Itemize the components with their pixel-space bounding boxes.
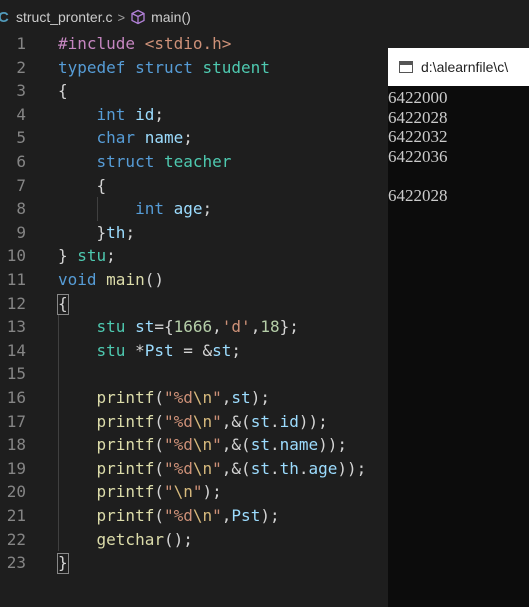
line-number: 3 <box>16 81 26 101</box>
code-line[interactable]: 9 }th; <box>0 221 388 244</box>
console-output-line: 6422000 <box>388 88 448 107</box>
console-window-icon <box>399 61 413 73</box>
console-output: 6422000 6422028 6422032 6422036 6422028 <box>388 88 448 205</box>
line-number: 4 <box>16 104 26 124</box>
code-line[interactable]: 10 } stu; <box>0 244 388 267</box>
console-window[interactable]: d:\alearnfile\c\ 6422000 6422028 6422032 64… <box>388 48 529 607</box>
line-number: 14 <box>6 340 26 360</box>
code-text: stu *Pst = &st; <box>96 340 242 360</box>
line-number: 7 <box>16 175 26 195</box>
console-output-line: 6422028 <box>388 107 448 127</box>
line-number: 1 <box>16 34 26 53</box>
code-line[interactable]: 11 void main() <box>0 268 388 291</box>
bracket-match-highlight <box>57 293 69 315</box>
code-text: printf("%d\n",&(st.th.age)); <box>96 458 367 478</box>
line-number: 23 <box>6 553 26 573</box>
line-number: 20 <box>6 482 26 502</box>
code-text: }th; <box>58 222 136 242</box>
code-line[interactable]: 5 char name; <box>0 126 388 149</box>
code-text: { <box>58 175 107 195</box>
line-number: 21 <box>6 506 26 525</box>
line-number: 19 <box>6 458 26 478</box>
console-output-line: 6422032 <box>388 127 448 146</box>
code-text: } stu; <box>58 246 116 266</box>
line-number: 18 <box>6 435 26 455</box>
code-editor[interactable]: 1 #include <stdio.h> 2 typedef struct stude… <box>0 34 388 607</box>
line-number: 9 <box>16 222 26 242</box>
line-number: 8 <box>16 199 26 219</box>
code-text: int age; <box>135 199 213 219</box>
code-text: struct teacher <box>96 152 232 171</box>
c-file-icon: C <box>0 8 9 26</box>
breadcrumb-separator: > <box>117 9 126 25</box>
console-output-line: 6422036 <box>388 146 448 166</box>
line-number: 6 <box>16 152 26 171</box>
line-number: 5 <box>16 128 26 148</box>
code-text: printf("%d\n",&(st.name)); <box>96 435 348 455</box>
code-text: stu st={1666,'d',18}; <box>96 317 299 337</box>
code-line[interactable]: 7 { <box>0 174 388 197</box>
line-number: 13 <box>6 317 26 337</box>
bracket-match-highlight <box>57 553 69 575</box>
breadcrumb-symbol-label: main() <box>151 9 191 25</box>
line-number: 15 <box>6 364 26 384</box>
code-line[interactable]: 6 struct teacher <box>0 150 388 173</box>
code-text: printf("%d\n",&(st.id)); <box>96 411 328 431</box>
code-text: int id; <box>96 104 164 124</box>
code-text: char name; <box>96 128 193 148</box>
line-number: 22 <box>6 529 26 549</box>
code-text: getchar(); <box>96 529 193 549</box>
code-line[interactable]: 8 int age; <box>0 197 388 220</box>
code-text: printf("%d\n",Pst); <box>96 506 280 525</box>
breadcrumb-file[interactable]: struct_pronter.c <box>16 9 113 25</box>
indent-guide <box>58 315 59 552</box>
code-text: typedef struct student <box>58 57 270 77</box>
console-output-line: 6422028 <box>388 185 448 205</box>
code-line[interactable]: 2 typedef struct student <box>0 56 388 79</box>
code-text: { <box>58 81 68 101</box>
line-number: 12 <box>6 293 26 313</box>
indent-guide <box>97 197 98 221</box>
cube-symbol-icon <box>131 9 145 25</box>
line-number: 11 <box>6 270 26 289</box>
console-titlebar[interactable]: d:\alearnfile\c\ <box>388 48 529 86</box>
line-number: 17 <box>6 411 26 431</box>
breadcrumb: C struct_pronter.c > main() <box>0 0 529 34</box>
line-number: 2 <box>16 57 26 77</box>
code-text: printf("%d\n",st); <box>96 388 270 407</box>
code-text: #include <stdio.h> <box>58 34 232 53</box>
code-line[interactable]: 1 #include <stdio.h> <box>0 32 388 55</box>
console-title: d:\alearnfile\c\ <box>421 59 509 75</box>
line-number: 10 <box>6 246 26 266</box>
breadcrumb-symbol[interactable]: main() <box>130 9 191 25</box>
code-text: printf("\n"); <box>96 482 222 502</box>
code-line[interactable]: 4 int id; <box>0 103 388 126</box>
code-text: void main() <box>58 270 164 289</box>
line-number: 16 <box>6 388 26 407</box>
code-line[interactable]: 3{ <box>0 79 388 102</box>
